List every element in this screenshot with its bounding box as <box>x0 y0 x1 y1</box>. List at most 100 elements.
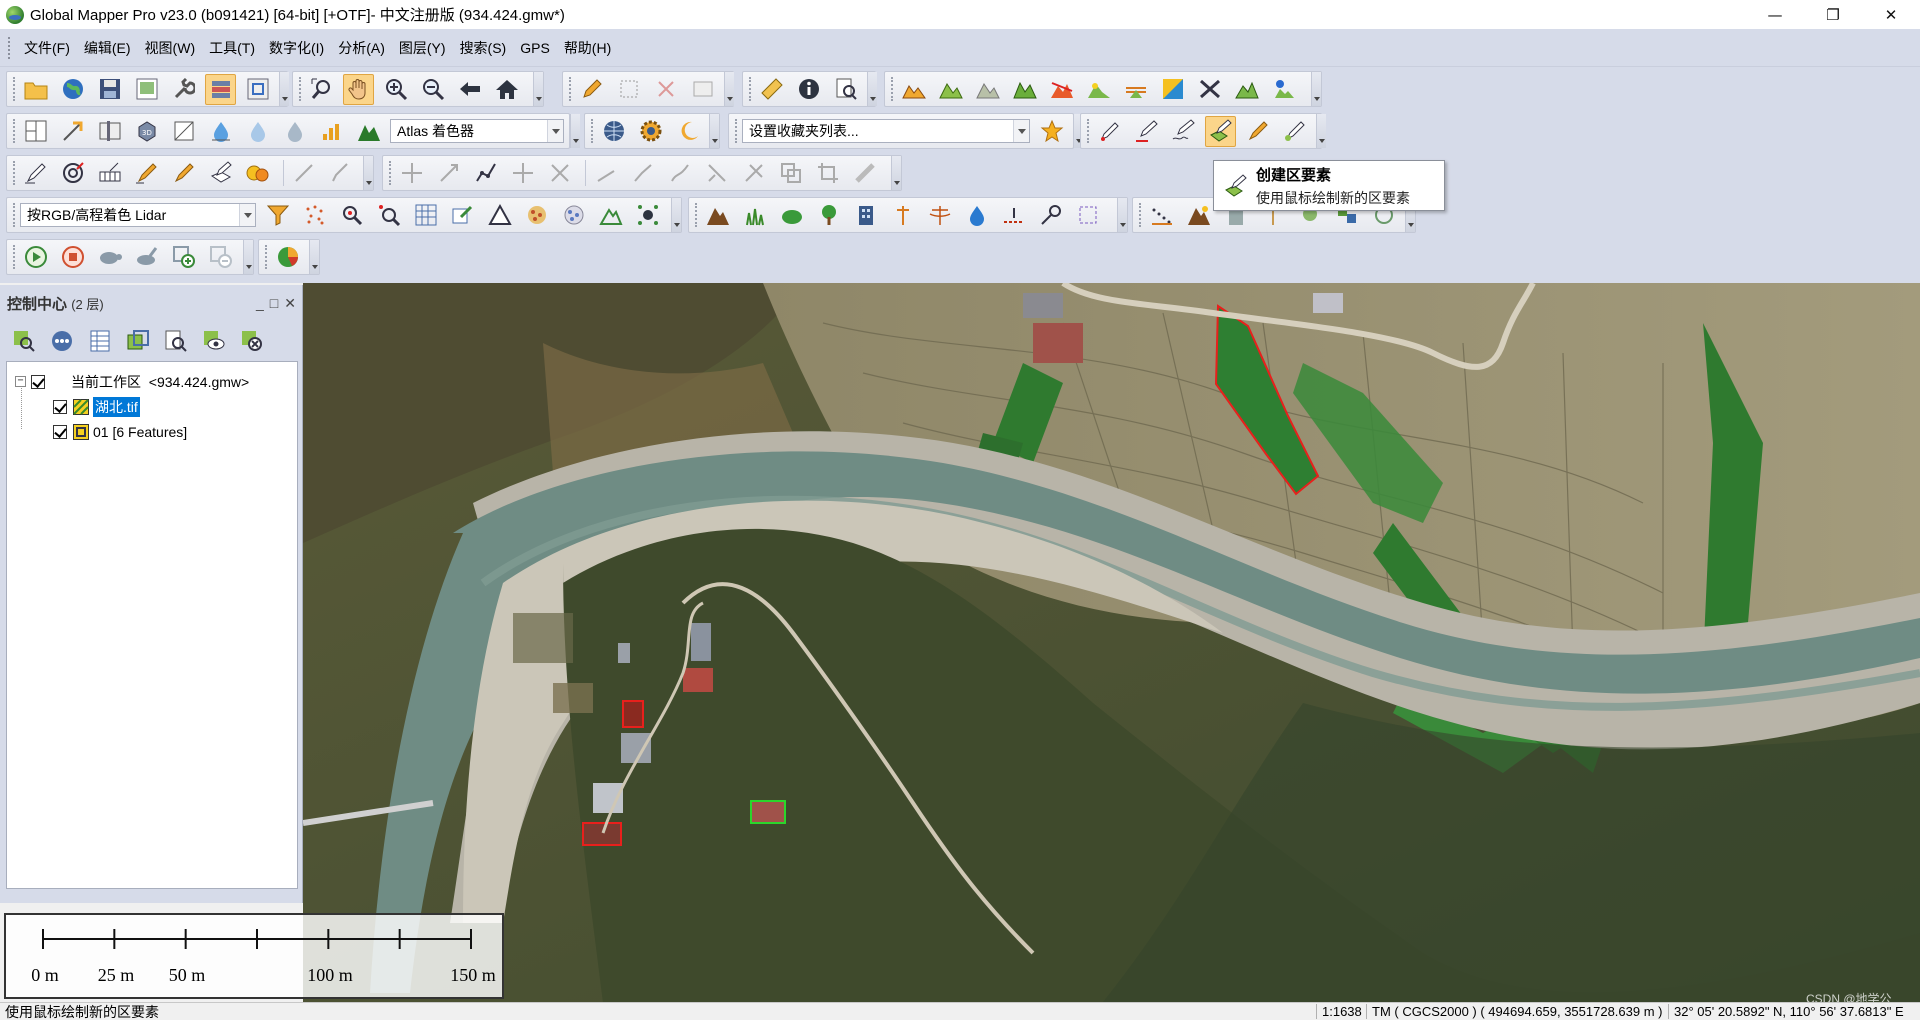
water-drop-icon[interactable] <box>242 116 273 147</box>
reshape-icon[interactable] <box>470 158 501 189</box>
menu-edit[interactable]: 编辑(E) <box>77 35 138 61</box>
delete-x-icon[interactable] <box>650 74 681 105</box>
toolbar-grip[interactable] <box>569 77 573 101</box>
water-body-icon[interactable] <box>961 200 992 231</box>
feature-edit-icon[interactable] <box>325 158 356 189</box>
create-point-icon[interactable] <box>1094 116 1125 147</box>
toolbar-options[interactable] <box>243 240 253 274</box>
snap-icon[interactable] <box>590 158 621 189</box>
terrain-green-icon[interactable] <box>1009 74 1040 105</box>
grass-icon[interactable] <box>739 200 770 231</box>
move-vertex-icon[interactable] <box>507 158 538 189</box>
key-icon[interactable] <box>1035 200 1066 231</box>
3d-view-icon[interactable]: 3D <box>131 116 162 147</box>
panel-close-button[interactable]: ✕ <box>284 295 296 312</box>
menu-gps[interactable]: GPS <box>513 35 557 61</box>
aerial-imagery[interactable] <box>303 283 1920 1002</box>
toolbar-grip[interactable] <box>299 77 303 101</box>
toolbar-grip[interactable] <box>735 119 739 143</box>
zoom-box-icon[interactable] <box>306 74 337 105</box>
cloud-classify-icon[interactable] <box>521 200 552 231</box>
cloud-filter-icon[interactable] <box>632 200 663 231</box>
workspace-row[interactable]: − 当前工作区 <934.424.gmw> <box>7 369 297 394</box>
split-line-icon[interactable] <box>131 158 162 189</box>
measure-tape-icon[interactable] <box>849 158 880 189</box>
terrain-shade-icon[interactable] <box>353 116 384 147</box>
buffer-icon[interactable] <box>205 158 236 189</box>
layer-visibility-icon[interactable] <box>199 326 229 356</box>
toolbar-options[interactable] <box>279 72 289 106</box>
favorite-star-icon[interactable] <box>1036 116 1067 147</box>
split-view-icon[interactable] <box>20 116 51 147</box>
move-icon[interactable] <box>396 158 427 189</box>
toolbar-grip[interactable] <box>891 77 895 101</box>
pole-icon[interactable] <box>887 200 918 231</box>
stop-icon[interactable] <box>57 242 88 273</box>
crop-icon[interactable] <box>812 158 843 189</box>
tree-icon[interactable] <box>813 200 844 231</box>
slope-icon[interactable] <box>168 116 199 147</box>
layer-row[interactable]: 01 [6 Features] <box>7 419 297 444</box>
pan-hand-icon[interactable] <box>343 73 374 105</box>
moon-icon[interactable] <box>672 116 703 147</box>
edit-pencil-icon[interactable] <box>576 74 607 105</box>
powerline-icon[interactable] <box>924 200 955 231</box>
layer-options-icon[interactable] <box>47 326 77 356</box>
lidar-edit-icon[interactable] <box>447 200 478 231</box>
toolbar-options[interactable] <box>570 114 580 148</box>
info-icon[interactable] <box>793 74 824 105</box>
3d-fly-icon[interactable] <box>57 116 88 147</box>
toolbar-grip[interactable] <box>1139 203 1143 227</box>
layer-name[interactable]: 01 [6 Features] <box>93 424 187 440</box>
toolbar-options[interactable] <box>533 72 543 106</box>
favorites-select[interactable]: 设置收藏夹列表... <box>742 119 1030 143</box>
target-icon[interactable] <box>57 158 88 189</box>
building-icon[interactable] <box>850 200 881 231</box>
join-icon[interactable] <box>701 158 732 189</box>
line-of-sight-icon[interactable] <box>1194 74 1225 105</box>
layer-name[interactable]: 湖北.tif <box>93 396 140 417</box>
fog-icon[interactable] <box>279 116 310 147</box>
lidar-color-select[interactable]: 按RGB/高程着色 Lidar <box>20 203 256 227</box>
settings-gear-icon[interactable] <box>635 116 666 147</box>
zoom-out-icon[interactable] <box>417 74 448 105</box>
float-button[interactable]: □ <box>270 295 278 312</box>
point-cloud-icon[interactable] <box>299 200 330 231</box>
grid-create-icon[interactable] <box>94 158 125 189</box>
toolbar-options[interactable] <box>709 114 719 148</box>
vertex-edit-icon[interactable] <box>288 158 319 189</box>
menu-view[interactable]: 视图(W) <box>138 35 203 61</box>
cloud-color-icon[interactable] <box>558 200 589 231</box>
play-icon[interactable] <box>20 242 51 273</box>
range-ring-icon[interactable] <box>168 158 199 189</box>
zoom-in-icon[interactable] <box>380 74 411 105</box>
layer-checkbox[interactable] <box>53 424 67 439</box>
toolbar-options[interactable] <box>671 198 681 232</box>
workspace-checkbox[interactable] <box>31 374 45 389</box>
toolbar-grip[interactable] <box>591 119 595 143</box>
bounds-icon[interactable] <box>1072 200 1103 231</box>
pie-chart-icon[interactable] <box>272 242 303 273</box>
create-paint-icon[interactable] <box>1279 116 1310 147</box>
terrain-contour-icon[interactable] <box>935 74 966 105</box>
bush-icon[interactable] <box>776 200 807 231</box>
menu-help[interactable]: 帮助(H) <box>557 35 618 61</box>
menu-search[interactable]: 搜索(S) <box>453 35 514 61</box>
create-area-icon[interactable] <box>1205 115 1236 147</box>
overview-map-icon[interactable] <box>242 74 273 105</box>
create-brush-icon[interactable] <box>1242 116 1273 147</box>
menu-digitize[interactable]: 数字化(I) <box>262 35 331 61</box>
map-view[interactable] <box>303 283 1920 1002</box>
create-line-icon[interactable] <box>1131 116 1162 147</box>
path-profile-icon[interactable] <box>1046 74 1077 105</box>
toolbar-options[interactable] <box>309 240 319 274</box>
elevation-grid-icon[interactable] <box>1157 74 1188 105</box>
attribute-grid-icon[interactable] <box>687 74 718 105</box>
toolbar-grip[interactable] <box>13 245 17 269</box>
lidar-search-icon[interactable] <box>336 200 367 231</box>
restore-button[interactable]: ❐ <box>1804 0 1862 29</box>
copy-feature-icon[interactable] <box>775 158 806 189</box>
water-level-icon[interactable] <box>205 116 236 147</box>
fast-rabbit-icon[interactable] <box>131 242 162 273</box>
digitize-pen-icon[interactable] <box>20 158 51 189</box>
